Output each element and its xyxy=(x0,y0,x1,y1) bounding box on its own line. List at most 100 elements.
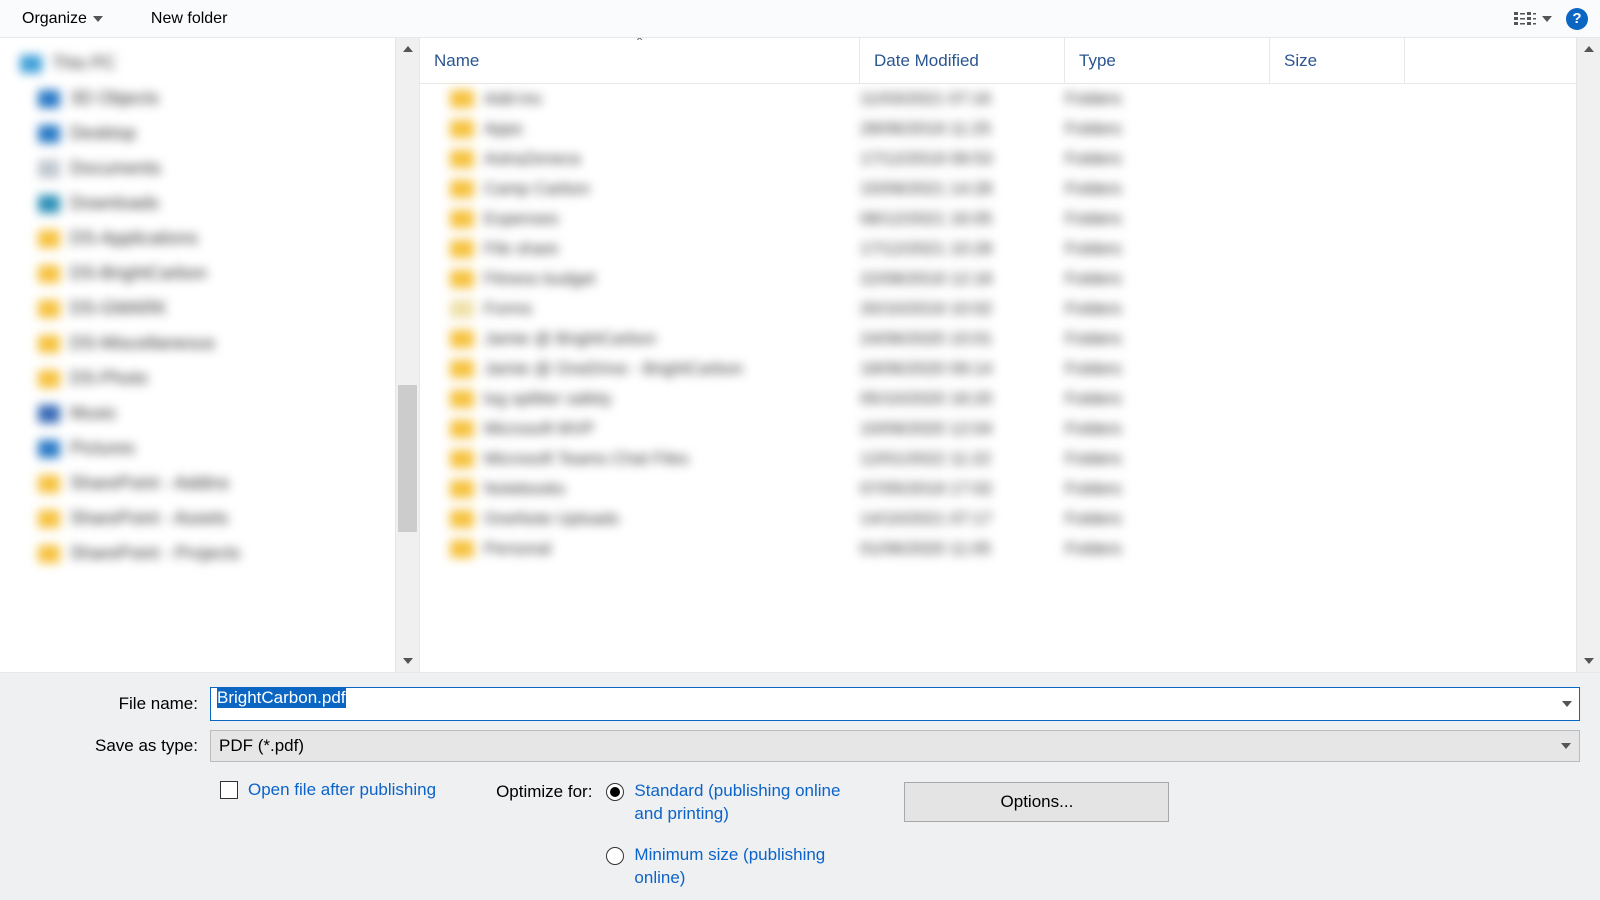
nav-item[interactable]: DS-GMARK xyxy=(0,291,395,326)
file-type: Folders xyxy=(1065,329,1270,349)
organize-button[interactable]: Organize xyxy=(12,6,113,32)
file-name: Camp Carbon xyxy=(484,179,590,199)
folder-icon xyxy=(38,160,60,178)
file-scrollbar[interactable] xyxy=(1576,38,1600,672)
file-date: 12/01/2022 11:22 xyxy=(860,449,1065,469)
file-name: File share xyxy=(484,239,559,259)
file-row[interactable]: Notebooks07/05/2019 17:02Folders xyxy=(420,474,1576,504)
folder-icon xyxy=(450,240,474,258)
folder-icon xyxy=(450,210,474,228)
nav-item[interactable]: SharePoint - Assets xyxy=(0,501,395,536)
nav-item[interactable]: Documents xyxy=(0,151,395,186)
nav-item[interactable]: SharePoint - Addins xyxy=(0,466,395,501)
file-list-header: ⌃ Name Date Modified Type Size xyxy=(420,38,1576,84)
file-date: 15/09/2021 14:28 xyxy=(860,179,1065,199)
new-folder-button[interactable]: New folder xyxy=(141,6,237,32)
options-button[interactable]: Options... xyxy=(904,782,1169,822)
column-header-type[interactable]: Type xyxy=(1065,38,1270,83)
folder-icon xyxy=(450,540,474,558)
file-type: Folders xyxy=(1065,179,1270,199)
open-after-checkbox[interactable]: Open file after publishing xyxy=(220,780,436,800)
file-row[interactable]: Fitness budget22/08/2019 12:18Folders xyxy=(420,264,1576,294)
folder-icon xyxy=(38,545,60,563)
file-name: AstraZeneca xyxy=(484,149,580,169)
nav-item[interactable]: SharePoint - Projects xyxy=(0,536,395,571)
folder-icon xyxy=(450,330,474,348)
file-row[interactable]: AstraZeneca17/12/2019 09:53Folders xyxy=(420,144,1576,174)
folder-icon xyxy=(20,55,42,73)
nav-item[interactable]: DS-Miscellaneous xyxy=(0,326,395,361)
file-name: OneNote Uploads xyxy=(484,509,619,529)
file-type: Folders xyxy=(1065,269,1270,289)
folder-icon xyxy=(450,300,474,318)
scroll-track[interactable] xyxy=(396,60,419,650)
optimize-minimum-label: Minimum size (publishing online) xyxy=(634,844,844,890)
toolbar: Organize New folder ? xyxy=(0,0,1600,38)
file-name: Personal xyxy=(484,539,551,559)
nav-scrollbar[interactable] xyxy=(395,38,419,672)
file-name-input[interactable]: BrightCarbon.pdf xyxy=(210,687,1580,721)
nav-item-label: DS-Miscellaneous xyxy=(70,333,215,354)
nav-item[interactable]: DS-Applications xyxy=(0,221,395,256)
nav-item-label: SharePoint - Projects xyxy=(70,543,240,564)
file-date: 17/12/2021 10:28 xyxy=(860,239,1065,259)
save-type-value: PDF (*.pdf) xyxy=(219,736,304,756)
file-type: Folders xyxy=(1065,89,1270,109)
nav-list[interactable]: This PC3D ObjectsDesktopDocuments Downloa… xyxy=(0,38,395,672)
nav-item-label: Pictures xyxy=(70,438,135,459)
view-mode-button[interactable] xyxy=(1510,7,1556,31)
nav-item[interactable]: Downloads xyxy=(0,186,395,221)
file-date: 22/08/2019 12:18 xyxy=(860,269,1065,289)
save-type-select[interactable]: PDF (*.pdf) xyxy=(210,730,1580,762)
file-row[interactable]: Personal01/06/2020 11:05Folders xyxy=(420,534,1576,564)
nav-item[interactable]: Music xyxy=(0,396,395,431)
nav-item[interactable]: DS-Photo xyxy=(0,361,395,396)
file-row[interactable]: Microsoft MVP10/09/2020 12:04Folders xyxy=(420,414,1576,444)
scroll-down-button[interactable] xyxy=(396,650,419,672)
file-row[interactable]: Add-ins11/03/2021 07:16Folders xyxy=(420,84,1576,114)
nav-item-label: Downloads xyxy=(70,193,159,214)
file-date: 24/06/2020 10:01 xyxy=(860,329,1065,349)
folder-icon xyxy=(38,90,60,108)
scroll-up-button[interactable] xyxy=(396,38,419,60)
file-type: Folders xyxy=(1065,539,1270,559)
nav-item[interactable]: 3D Objects xyxy=(0,81,395,116)
nav-item[interactable]: Pictures xyxy=(0,431,395,466)
file-row[interactable]: Jamie @ BrightCarbon24/06/2020 10:01Fold… xyxy=(420,324,1576,354)
column-header-date[interactable]: Date Modified xyxy=(860,38,1065,83)
file-row[interactable]: Expenses08/12/2021 16:05Folders xyxy=(420,204,1576,234)
radio-unchecked-icon xyxy=(606,847,624,865)
checkbox-icon xyxy=(220,781,238,799)
scroll-track[interactable] xyxy=(1577,60,1600,650)
folder-icon xyxy=(450,420,474,438)
help-icon[interactable]: ? xyxy=(1566,8,1588,30)
file-row[interactable]: log splitter safety05/10/2020 18:20Folde… xyxy=(420,384,1576,414)
optimize-minimum-radio[interactable]: Minimum size (publishing online) xyxy=(606,844,844,890)
file-row[interactable]: File share17/12/2021 10:28Folders xyxy=(420,234,1576,264)
nav-item[interactable]: Desktop xyxy=(0,116,395,151)
file-row[interactable]: Camp Carbon 15/09/2021 14:28Folders xyxy=(420,174,1576,204)
scroll-thumb[interactable] xyxy=(398,385,417,533)
optimize-label: Optimize for: xyxy=(496,780,592,890)
folder-icon xyxy=(450,390,474,408)
file-row[interactable]: OneNote Uploads14/10/2021 07:17Folders xyxy=(420,504,1576,534)
column-header-name[interactable]: ⌃ Name xyxy=(420,38,860,83)
scroll-down-button[interactable] xyxy=(1577,650,1600,672)
file-row[interactable]: Microsoft Teams Chat Files12/01/2022 11:… xyxy=(420,444,1576,474)
nav-item[interactable]: This PC xyxy=(0,46,395,81)
save-panel: File name: BrightCarbon.pdf Save as type… xyxy=(0,673,1600,900)
file-row[interactable]: Jamie @ OneDrive - BrightCarbon18/06/202… xyxy=(420,354,1576,384)
file-date: 28/06/2019 11:25 xyxy=(860,119,1065,139)
file-row[interactable]: Apps28/06/2019 11:25Folders xyxy=(420,114,1576,144)
chevron-up-icon xyxy=(403,46,413,52)
nav-item[interactable]: DS-BrightCarbon xyxy=(0,256,395,291)
folder-icon xyxy=(38,335,60,353)
scroll-up-button[interactable] xyxy=(1577,38,1600,60)
file-row[interactable]: Forms20/10/2019 10:02Folders xyxy=(420,294,1576,324)
file-type: Folders xyxy=(1065,419,1270,439)
optimize-standard-radio[interactable]: Standard (publishing online and printing… xyxy=(606,780,844,826)
column-header-size[interactable]: Size xyxy=(1270,38,1405,83)
folder-icon xyxy=(450,90,474,108)
file-name: Jamie @ OneDrive - BrightCarbon xyxy=(484,359,743,379)
chevron-down-icon[interactable] xyxy=(1562,701,1572,707)
